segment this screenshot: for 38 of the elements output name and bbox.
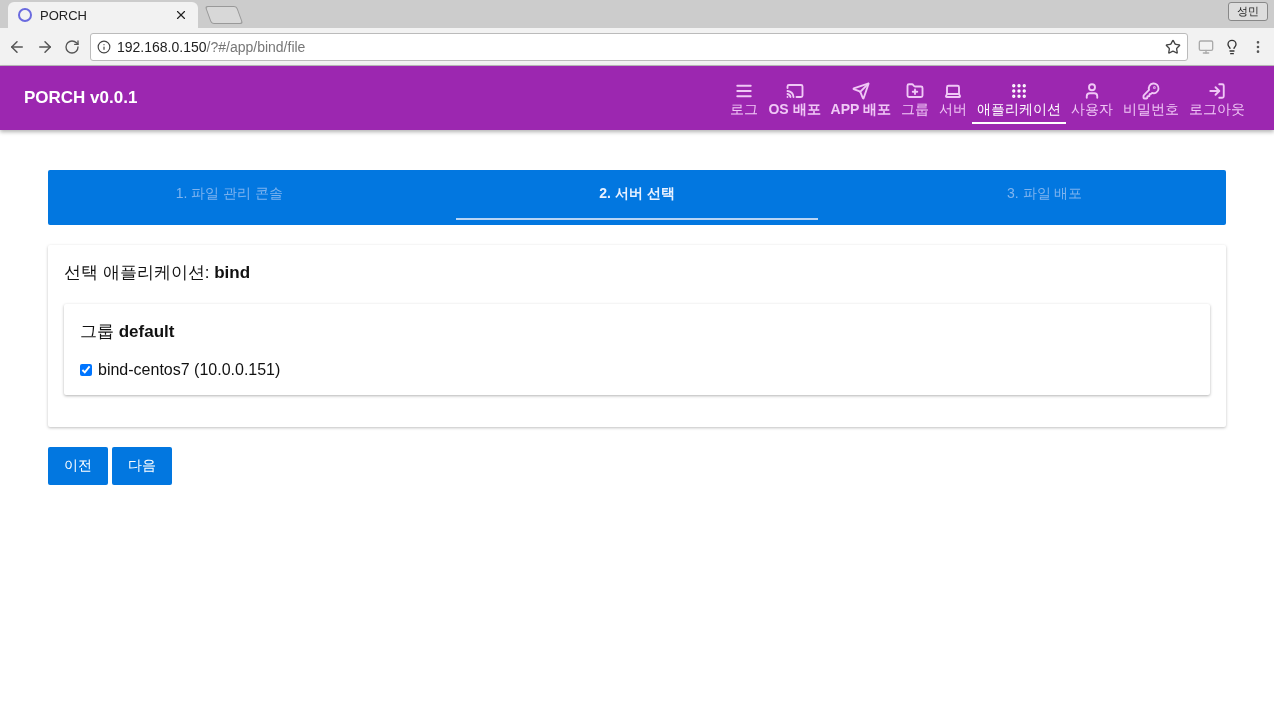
app-title: PORCH v0.0.1 (24, 88, 139, 108)
tab-title: PORCH (40, 7, 88, 23)
nav-button[interactable]: 다음 (112, 447, 172, 485)
lightbulb-icon[interactable] (1224, 38, 1240, 55)
server-label: bind-centos7 (10.0.0.151) (98, 361, 281, 379)
login-icon (1208, 82, 1226, 100)
grid-icon (1010, 82, 1028, 100)
nav-button[interactable]: 이전 (48, 447, 108, 485)
folder-plus-icon (906, 82, 924, 100)
card-heading: 선택 애플리케이션: bind (64, 262, 252, 284)
nav-item[interactable]: APP 배포 (825, 78, 896, 124)
nav-item[interactable]: 로그 (725, 78, 764, 124)
step-tab[interactable]: 2. 서버 선택 (455, 170, 819, 220)
url-host: 192.168.0.150 (117, 38, 207, 55)
group-heading: 그룹 default (80, 321, 176, 343)
address-bar[interactable]: 192.168.0.150/?#/app/bind/file (90, 32, 1188, 61)
nav-item[interactable]: 그룹 (896, 78, 934, 124)
nav-item[interactable]: 사용자 (1066, 78, 1118, 124)
key-icon (1142, 82, 1160, 100)
browser-tab[interactable]: PORCH (8, 2, 198, 28)
close-icon[interactable] (174, 8, 188, 22)
nav-item[interactable]: 로그아웃 (1184, 78, 1250, 124)
star-icon[interactable] (1165, 38, 1181, 55)
nav-item[interactable]: 애플리케이션 (972, 78, 1066, 124)
nav-item[interactable]: 서버 (934, 78, 972, 124)
person-icon (1083, 82, 1101, 100)
laptop-icon (944, 82, 962, 100)
send-icon (851, 82, 870, 100)
server-checkbox[interactable] (80, 364, 92, 376)
nav-item[interactable]: 비밀번호 (1118, 78, 1184, 124)
profile-button[interactable]: 성민 (1228, 2, 1268, 21)
list-icon (735, 82, 754, 100)
cast-icon (785, 82, 804, 100)
favicon-icon (18, 8, 32, 22)
reload-icon[interactable] (64, 38, 80, 55)
info-icon (97, 39, 111, 54)
url-path: /?#/app/bind/file (206, 38, 307, 55)
nav-item[interactable]: OS 배포 (763, 78, 826, 124)
